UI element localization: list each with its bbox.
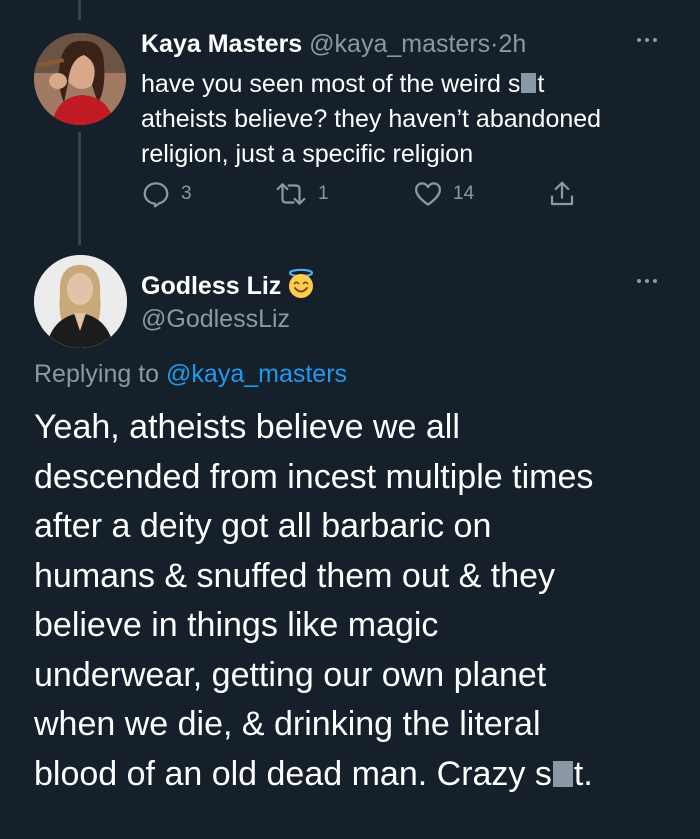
heart-icon xyxy=(415,182,441,206)
tweet1-header: Kaya Masters @kaya_masters·2h xyxy=(141,30,526,59)
share-button[interactable] xyxy=(547,179,577,209)
like-button[interactable]: 14 xyxy=(413,179,474,209)
tweet1-text-line2: atheists believe? they haven’t abandoned xyxy=(141,105,602,133)
tweet1-timestamp[interactable]: 2h xyxy=(499,30,527,58)
avatar-image xyxy=(34,255,127,348)
thread-line xyxy=(78,132,81,245)
tweet1-separator: · xyxy=(490,30,499,58)
tweet2-last-line-part2: t. xyxy=(573,754,593,793)
tweet2-text-line: humans & snuffed them out & they xyxy=(34,556,556,595)
retweet-count: 1 xyxy=(318,183,329,204)
tweet2-author-name[interactable]: Godless Liz xyxy=(141,272,281,300)
more-icon[interactable] xyxy=(637,38,657,42)
more-icon[interactable] xyxy=(637,279,657,283)
tweet1-author-handle[interactable]: @kaya_masters xyxy=(309,30,490,58)
replying-to-label: Replying to xyxy=(34,360,167,388)
tweet2-text: Yeah, atheists believe we all descended … xyxy=(34,403,684,799)
reply-button[interactable]: 3 xyxy=(141,179,192,209)
thread-line xyxy=(78,0,81,20)
avatar-godless-liz[interactable] xyxy=(34,255,127,348)
reply-icon xyxy=(143,182,169,208)
like-count: 14 xyxy=(453,183,475,204)
retweet-button[interactable]: 1 xyxy=(274,179,329,209)
replying-to-line: Replying to @kaya_masters xyxy=(34,360,347,389)
tweet2-text-line: after a deity got all barbaric on xyxy=(34,507,492,545)
tweet1-text-part2: t xyxy=(537,70,545,98)
tweet2-text-line: underwear, getting our own planet xyxy=(34,655,547,694)
avatar-image xyxy=(34,33,126,125)
tweet1-author-name[interactable]: Kaya Masters xyxy=(141,30,302,58)
redaction-box xyxy=(521,73,537,93)
tweet2-author-name-row[interactable]: Godless Liz xyxy=(141,268,317,301)
smiling-face-with-halo-emoji xyxy=(289,268,314,298)
tweet2-text-line: Yeah, atheists believe we all xyxy=(34,408,460,446)
avatar-kaya-masters[interactable] xyxy=(34,33,126,125)
tweet2-text-line: believe in things like magic xyxy=(34,606,439,644)
tweet2-text-last-line: blood of an old dead man. Crazy s t. xyxy=(34,750,684,800)
tweet1-text-line3: religion, just a specific religion xyxy=(141,140,474,168)
tweet1-text: have you seen most of the weird s t athei… xyxy=(141,67,671,172)
replying-to-mention-link[interactable]: @kaya_masters xyxy=(166,360,347,388)
tweet1-text-part1: have you seen most of the weird s xyxy=(141,70,521,98)
redaction-box xyxy=(552,760,573,787)
share-icon xyxy=(550,181,574,206)
tweet2-author-handle[interactable]: @GodlessLiz xyxy=(141,305,290,334)
reply-count: 3 xyxy=(181,183,192,204)
tweet2-text-line: descended from incest multiple times xyxy=(34,457,594,496)
tweet2-last-line-part1: blood of an old dead man. Crazy s xyxy=(34,754,552,793)
tweet2-text-line: when we die, & drinking the literal xyxy=(34,705,541,743)
retweet-icon xyxy=(276,183,306,205)
